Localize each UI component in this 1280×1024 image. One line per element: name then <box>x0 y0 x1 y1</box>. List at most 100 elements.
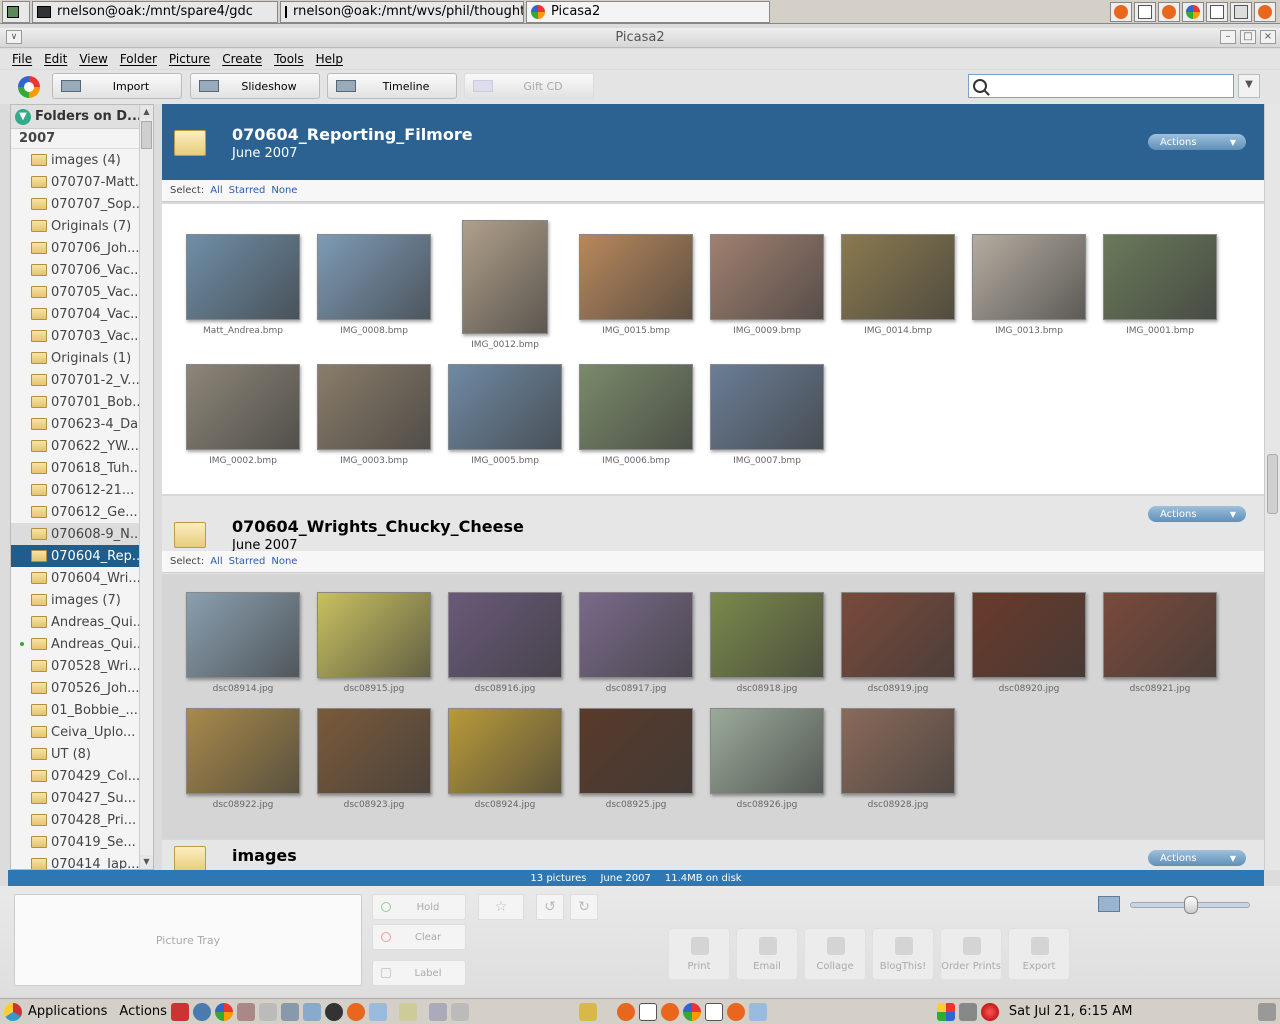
sidebar-folder-item[interactable]: 070528_Wri... <box>11 655 153 677</box>
photo-image[interactable] <box>186 364 300 450</box>
album-header[interactable]: images Actions ▼ <box>162 840 1264 870</box>
sidebar-folder-item[interactable]: images (7) <box>11 589 153 611</box>
menu-edit[interactable]: Edit <box>44 52 67 66</box>
photo-image[interactable] <box>579 592 693 678</box>
sidebar-scrollbar[interactable]: ▲ ▼ <box>139 105 153 869</box>
sidebar-folder-item[interactable]: 070526_Joh... <box>11 677 153 699</box>
task-terminal-spare4[interactable]: rnelson@oak:/mnt/spare4/gdc <box>32 0 278 23</box>
select-none-link[interactable]: None <box>271 556 297 567</box>
photo-image[interactable] <box>972 234 1086 320</box>
sidebar-folder-item[interactable]: Andreas_Qui... <box>11 611 153 633</box>
photo-image[interactable] <box>317 234 431 320</box>
sidebar-folder-item[interactable]: 070429_Col... <box>11 765 153 787</box>
timeline-button[interactable]: Timeline <box>327 73 457 99</box>
launcher-icon[interactable] <box>428 1002 447 1021</box>
album-actions-button[interactable]: Actions ▼ <box>1148 134 1246 150</box>
menu-tools[interactable]: Tools <box>274 52 304 66</box>
gift-cd-button[interactable]: Gift CD <box>464 73 594 99</box>
photo-thumbnail[interactable]: dsc08924.jpg <box>448 708 562 810</box>
select-all-link[interactable]: All <box>210 556 222 567</box>
photo-thumbnail[interactable]: IMG_0005.bmp <box>448 364 562 466</box>
sidebar-folder-item[interactable]: 070419_Se... <box>11 831 153 853</box>
year-group[interactable]: 2007 <box>11 129 153 149</box>
show-desktop-button[interactable] <box>2 0 30 23</box>
photo-image[interactable] <box>710 364 824 450</box>
photo-thumbnail[interactable]: IMG_0002.bmp <box>186 364 300 466</box>
photo-thumbnail[interactable]: IMG_0008.bmp <box>317 234 431 336</box>
photo-thumbnail[interactable]: dsc08919.jpg <box>841 592 955 694</box>
photo-image[interactable] <box>841 708 955 794</box>
label-button[interactable]: Label <box>372 960 466 986</box>
photo-image[interactable] <box>1103 234 1217 320</box>
sidebar-folder-item[interactable]: 070618_Tuh... <box>11 457 153 479</box>
photo-image[interactable] <box>317 708 431 794</box>
close-button[interactable]: × <box>1260 30 1276 44</box>
scroll-down-arrow-icon[interactable]: ▼ <box>140 855 153 869</box>
sidebar-folder-item[interactable]: 070707_Sop... <box>11 193 153 215</box>
select-starred-link[interactable]: Starred <box>229 556 266 567</box>
sidebar-folder-item[interactable]: Ceiva_Uplo... <box>11 721 153 743</box>
sidebar-folder-item[interactable]: 070414_Iap... <box>11 853 153 869</box>
launcher-icon[interactable] <box>324 1002 343 1021</box>
firefox-window-button[interactable] <box>1110 1 1132 22</box>
photo-image[interactable] <box>186 708 300 794</box>
album-actions-button[interactable]: Actions ▼ <box>1148 850 1246 866</box>
firefox-window-button[interactable] <box>1254 1 1276 22</box>
album-header[interactable]: 070604_Reporting_Filmore June 2007 Actio… <box>162 104 1264 182</box>
album-scroll-thumb[interactable] <box>1267 454 1278 514</box>
maximize-button[interactable]: □ <box>1240 30 1256 44</box>
photo-image[interactable] <box>448 364 562 450</box>
photo-image[interactable] <box>841 592 955 678</box>
import-button[interactable]: Import <box>52 73 182 99</box>
photo-thumbnail[interactable]: IMG_0015.bmp <box>579 234 693 336</box>
photo-image[interactable] <box>186 234 300 320</box>
photo-image[interactable] <box>317 592 431 678</box>
clear-button[interactable]: Clear <box>372 924 466 950</box>
picasa-window-button[interactable] <box>1182 1 1204 22</box>
photo-image[interactable] <box>579 234 693 320</box>
photo-thumbnail[interactable]: dsc08914.jpg <box>186 592 300 694</box>
menu-view[interactable]: View <box>79 52 107 66</box>
picasa-window-button[interactable] <box>682 1002 701 1021</box>
slideshow-button[interactable]: Slideshow <box>190 73 320 99</box>
photo-thumbnail[interactable]: IMG_0014.bmp <box>841 234 955 336</box>
menu-create[interactable]: Create <box>222 52 262 66</box>
select-none-link[interactable]: None <box>271 185 297 196</box>
launcher-icon[interactable] <box>280 1002 299 1021</box>
scroll-up-arrow-icon[interactable]: ▲ <box>140 105 153 119</box>
photo-image[interactable] <box>448 708 562 794</box>
firefox-window-button[interactable] <box>616 1002 635 1021</box>
clock[interactable]: Sat Jul 21, 6:15 AM <box>1009 1004 1133 1019</box>
firefox-window-button[interactable] <box>1158 1 1180 22</box>
photo-thumbnail[interactable]: Matt_Andrea.bmp <box>186 234 300 336</box>
sidebar-folder-item[interactable]: 01_Bobbie_... <box>11 699 153 721</box>
photo-thumbnail[interactable]: IMG_0006.bmp <box>579 364 693 466</box>
rotate-right-button[interactable]: ↻ <box>570 894 598 920</box>
sidebar-folder-item[interactable]: Andreas_Qui... <box>11 633 153 655</box>
photo-image[interactable] <box>579 364 693 450</box>
record-icon[interactable] <box>980 1002 999 1021</box>
applications-menu[interactable]: Applications <box>28 1004 107 1019</box>
sidebar-folder-item[interactable]: 070622_YW... <box>11 435 153 457</box>
menu-help[interactable]: Help <box>316 52 343 66</box>
sidebar-folder-item[interactable]: 070428_Pri... <box>11 809 153 831</box>
launcher-icon[interactable] <box>258 1002 277 1021</box>
collapse-arrow-icon[interactable]: ▼ <box>15 108 31 125</box>
actions-menu[interactable]: Actions <box>119 1004 167 1019</box>
mail-icon[interactable] <box>578 1002 597 1021</box>
photo-image[interactable] <box>710 234 824 320</box>
sidebar-folder-item[interactable]: 070608-9_N... <box>11 523 153 545</box>
sidebar-folder-item[interactable]: 070707-Matt... <box>11 171 153 193</box>
export-button-blogthis[interactable]: BlogThis! <box>872 928 934 980</box>
sidebar-folder-item[interactable]: 070706_Joh... <box>11 237 153 259</box>
photo-image[interactable] <box>972 592 1086 678</box>
photo-thumbnail[interactable]: dsc08918.jpg <box>710 592 824 694</box>
sidebar-scroll-thumb[interactable] <box>141 121 152 149</box>
export-button-export[interactable]: Export <box>1008 928 1070 980</box>
photo-thumbnail[interactable]: dsc08920.jpg <box>972 592 1086 694</box>
sidebar-folder-item[interactable]: 070612_Ge... <box>11 501 153 523</box>
photo-thumbnail[interactable]: IMG_0012.bmp <box>448 220 562 350</box>
photo-image[interactable] <box>462 220 548 334</box>
album-actions-button[interactable]: Actions ▼ <box>1148 506 1246 522</box>
search-options-button[interactable]: ▼ <box>1238 74 1260 98</box>
